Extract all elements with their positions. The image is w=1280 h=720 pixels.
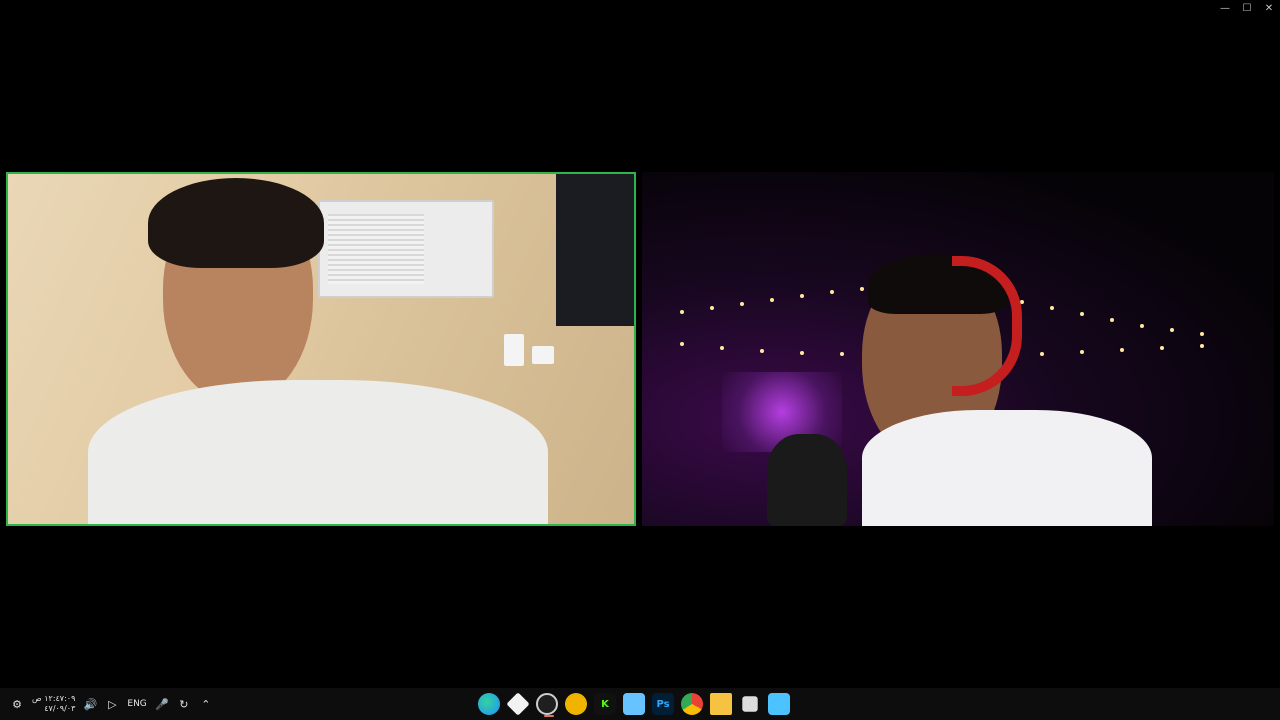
edge-icon[interactable]: [478, 693, 500, 715]
participant-video-left[interactable]: [6, 172, 636, 526]
ac-grille-image: [328, 214, 424, 284]
wall-switch-image: [504, 334, 524, 366]
clock-time: ١٢:٤٧:٠٩ ص: [32, 694, 76, 703]
chevron-up-icon[interactable]: ⌃: [199, 697, 213, 711]
kick-icon[interactable]: K: [594, 693, 616, 715]
notification-icon[interactable]: ⚙: [10, 697, 24, 711]
maximize-button[interactable]: ☐: [1236, 0, 1258, 16]
language-indicator[interactable]: ENG: [127, 699, 146, 709]
clock[interactable]: ١٢:٤٧:٠٩ ص ٤٧/٠٩/٠٣: [32, 694, 75, 714]
participant-video-right[interactable]: [642, 172, 1274, 526]
person-shirt-image: [862, 410, 1152, 526]
discord-icon[interactable]: [565, 693, 587, 715]
network-icon[interactable]: ▷: [105, 697, 119, 711]
obs-icon[interactable]: [536, 693, 558, 717]
microphone-image: [767, 434, 847, 526]
window-controls: — ☐ ✕: [1214, 0, 1280, 16]
start-icon[interactable]: [768, 693, 790, 715]
microphone-icon[interactable]: 🎤: [155, 697, 169, 711]
video-call-window: — ☐ ✕: [0, 0, 1280, 688]
sync-icon[interactable]: ↻: [177, 697, 191, 711]
task-view-icon[interactable]: [742, 696, 758, 712]
game-app-icon[interactable]: [506, 692, 530, 716]
starry-panel-image: [556, 174, 634, 326]
wall-socket-image: [532, 346, 554, 364]
chrome-icon[interactable]: [681, 693, 703, 715]
close-button[interactable]: ✕: [1258, 0, 1280, 16]
system-tray: ⚙ ١٢:٤٧:٠٩ ص ٤٧/٠٩/٠٣ 🔊 ▷ ENG 🎤 ↻ ⌃: [10, 688, 213, 720]
taskbar: ⚙ ١٢:٤٧:٠٩ ص ٤٧/٠٩/٠٣ 🔊 ▷ ENG 🎤 ↻ ⌃ K Ps: [0, 688, 1280, 720]
volume-icon[interactable]: 🔊: [83, 697, 98, 711]
file-explorer-icon[interactable]: [710, 693, 732, 715]
minimize-button[interactable]: —: [1214, 0, 1236, 16]
notepad-icon[interactable]: [623, 693, 645, 715]
person-shirt-image: [88, 380, 548, 524]
person-hair-image: [148, 178, 324, 268]
taskbar-apps: K Ps: [478, 688, 790, 720]
clock-date: ٤٧/٠٩/٠٣: [44, 704, 76, 713]
photoshop-icon[interactable]: Ps: [652, 693, 674, 715]
